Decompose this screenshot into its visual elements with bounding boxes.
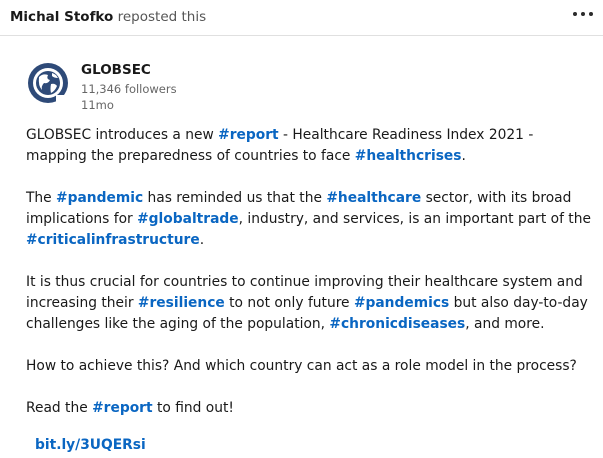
hashtag-link[interactable]: #criticalinfrastructure [26,232,200,248]
short-link[interactable]: bit.ly/3UQERsi [35,437,146,453]
post-body: GLOBSEC introduces a new #report - Healt… [26,125,596,419]
post-text: to not only future [224,295,354,311]
hashtag-link[interactable]: #report [218,127,278,143]
hashtag-link[interactable]: #chronicdiseases [329,316,465,332]
more-options-button[interactable] [570,6,596,24]
post-text: , industry, and services, is an importan… [238,211,591,227]
company-name[interactable]: GLOBSEC [81,62,151,78]
hashtag-link[interactable]: #healthcrises [355,148,462,164]
post-age: 11mo [81,98,114,112]
post-text: . [199,232,205,248]
paragraph: Read the #report to find out! [26,398,596,419]
reposter-name[interactable]: Michal Stofko [10,9,113,25]
post-text: , and more. [465,316,545,332]
hashtag-link[interactable]: #healthcare [326,190,421,206]
more-horizontal-icon [589,12,593,16]
repost-text: Michal Stofko reposted this [10,9,206,25]
post-text: How to achieve this? And which country c… [26,358,577,374]
post-text: has reminded us that the [143,190,327,206]
post-text: Read the [26,400,93,416]
more-horizontal-icon [581,12,585,16]
hashtag-link[interactable]: #globaltrade [137,211,239,227]
hashtag-link[interactable]: #resilience [138,295,225,311]
paragraph: How to achieve this? And which country c… [26,356,596,377]
paragraph: It is thus crucial for countries to cont… [26,272,596,335]
repost-header: Michal Stofko reposted this [0,0,603,36]
post-text: GLOBSEC introduces a new [26,127,219,143]
repost-action: reposted this [117,9,207,25]
more-horizontal-icon [573,12,577,16]
post-text: to find out! [152,400,234,416]
hashtag-link[interactable]: #report [92,400,152,416]
follower-count: 11,346 followers [81,82,177,96]
globsec-logo[interactable] [26,61,70,105]
hashtag-link[interactable]: #pandemic [56,190,143,206]
paragraph: The #pandemic has reminded us that the #… [26,188,596,251]
post-text: . [461,148,466,164]
paragraph: GLOBSEC introduces a new #report - Healt… [26,125,596,167]
globe-icon [28,63,68,104]
hashtag-link[interactable]: #pandemics [354,295,449,311]
post-text: The [26,190,57,206]
